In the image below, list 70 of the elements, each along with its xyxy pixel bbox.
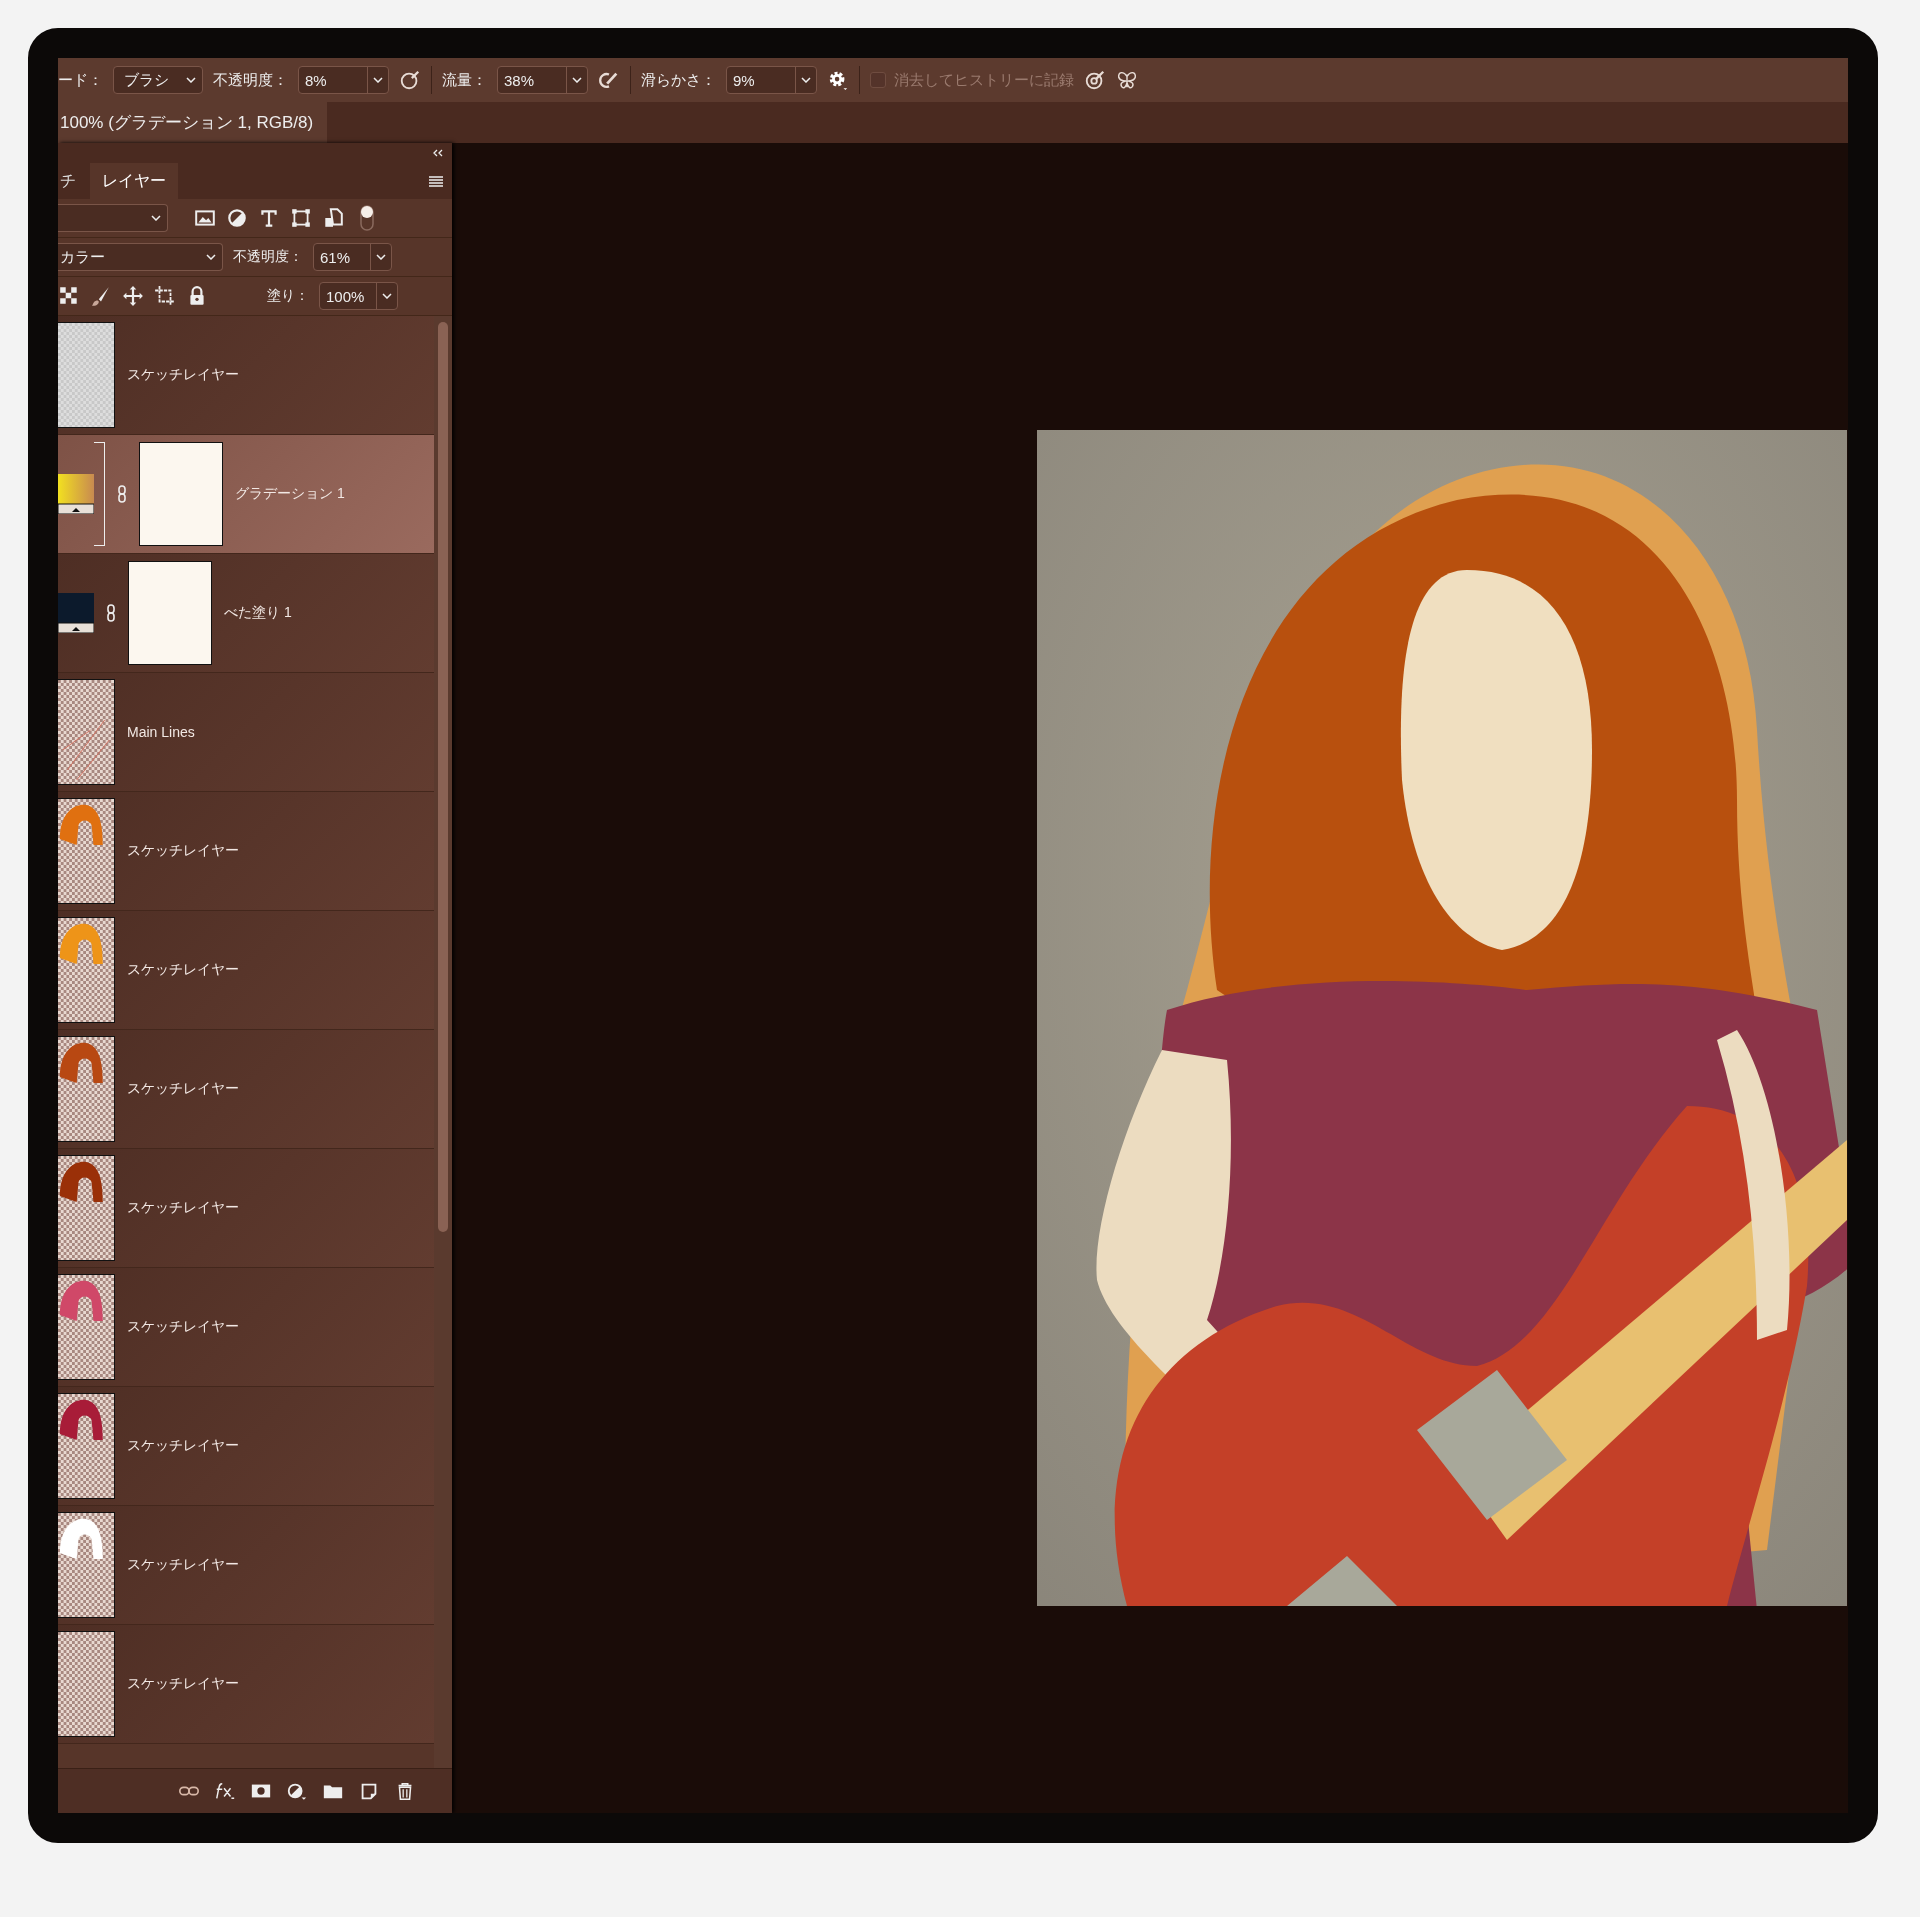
layer-name: スケッチレイヤー: [127, 1556, 239, 1574]
settings-icon[interactable]: [827, 69, 849, 91]
layer-row[interactable]: スケッチレイヤー: [58, 1506, 434, 1625]
menu-icon[interactable]: [428, 175, 444, 187]
layer-name: Main Lines: [127, 724, 195, 740]
chevron-icon: [151, 215, 161, 221]
scrollbar[interactable]: [434, 316, 452, 1768]
smoothing-label: 滑らかさ：: [641, 70, 716, 90]
butterfly-icon[interactable]: [1116, 69, 1138, 91]
layer-row[interactable]: スケッチレイヤー: [58, 1625, 434, 1744]
type-filter-icon[interactable]: [258, 207, 280, 229]
layer-row[interactable]: スケッチレイヤー: [58, 1268, 434, 1387]
layer-name: スケッチレイヤー: [127, 1199, 239, 1217]
lock-pixels-icon[interactable]: [58, 285, 80, 307]
layer-row[interactable]: グラデーション 1: [58, 435, 434, 554]
layer-row[interactable]: スケッチレイヤー: [58, 1030, 434, 1149]
brush-icon[interactable]: [90, 285, 112, 307]
chevron-icon: [382, 293, 392, 299]
chevron-icon: [186, 77, 196, 83]
chevron-icon: [373, 77, 383, 83]
fill-label: 塗り：: [267, 287, 309, 305]
layer-name: グラデーション 1: [235, 485, 345, 503]
layer-row[interactable]: スケッチレイヤー: [58, 792, 434, 911]
mode-dropdown[interactable]: ブラシ: [113, 66, 203, 94]
move-icon[interactable]: [122, 285, 144, 307]
layer-name: スケッチレイヤー: [127, 842, 239, 860]
flow-field[interactable]: 38%: [497, 66, 588, 94]
solid-color-thumbnail: [58, 593, 94, 633]
layer-row[interactable]: スケッチレイヤー: [58, 1149, 434, 1268]
layer-row[interactable]: べた塗り 1: [58, 554, 434, 673]
layer-name: スケッチレイヤー: [127, 1080, 239, 1098]
pressure-opacity-icon[interactable]: [399, 69, 421, 91]
layer-row[interactable]: Main Lines: [58, 673, 434, 792]
opacity-field[interactable]: 8%: [298, 66, 389, 94]
smoothing-field[interactable]: 9%: [726, 66, 817, 94]
pressure-size-icon[interactable]: [1084, 69, 1106, 91]
layer-name: スケッチレイヤー: [127, 1318, 239, 1336]
layer-name: スケッチレイヤー: [127, 366, 239, 384]
collapse-icon[interactable]: [432, 149, 444, 157]
layer-name: スケッチレイヤー: [127, 961, 239, 979]
link-icon[interactable]: [106, 603, 116, 623]
layer-row[interactable]: スケッチレイヤー: [58, 1387, 434, 1506]
chevron-icon: [801, 77, 811, 83]
blend-mode-dropdown[interactable]: カラー: [58, 243, 223, 271]
flow-label: 流量：: [442, 70, 487, 90]
layer-row[interactable]: スケッチレイヤー: [58, 316, 434, 435]
layer-opacity-label: 不透明度：: [233, 248, 303, 266]
layer-name: スケッチレイヤー: [127, 1675, 239, 1693]
document-tab[interactable]: 100% (グラデーション 1, RGB/8): [58, 102, 328, 143]
image-filter-icon[interactable]: [194, 207, 216, 229]
gradient-thumbnail: [58, 474, 94, 514]
crop-icon[interactable]: [154, 285, 176, 307]
layer-name: べた塗り 1: [224, 604, 292, 622]
effects-icon[interactable]: [214, 1780, 236, 1802]
shape-filter-icon[interactable]: [290, 207, 312, 229]
link-icon[interactable]: [117, 484, 127, 504]
opacity-label: 不透明度：: [213, 70, 288, 90]
chevron-icon: [572, 77, 582, 83]
panel-tab[interactable]: チ: [58, 163, 90, 199]
layer-name: スケッチレイヤー: [127, 1437, 239, 1455]
chevron-icon: [376, 254, 386, 260]
layer-opacity-field[interactable]: 61%: [313, 243, 392, 271]
adjustment-filter-icon[interactable]: [226, 207, 248, 229]
chevron-icon: [206, 254, 216, 260]
smart-object-filter-icon[interactable]: [322, 207, 344, 229]
panel-tab[interactable]: レイヤー: [90, 163, 178, 199]
filter-toggle[interactable]: [360, 205, 374, 231]
layer-row[interactable]: スケッチレイヤー: [58, 911, 434, 1030]
mode-label: ード：: [58, 70, 103, 90]
fill-field[interactable]: 100%: [319, 282, 398, 310]
